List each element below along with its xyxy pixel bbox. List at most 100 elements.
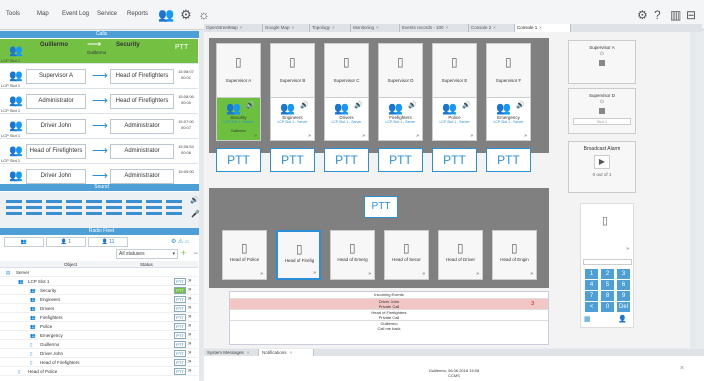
group-card[interactable]: 👥 🔊 Drivers LCP Slot 1 - Server» — [324, 97, 369, 141]
close-icon[interactable]: × — [240, 25, 243, 30]
ptt-main-button[interactable]: PTT — [364, 196, 398, 218]
chevron-icon[interactable]: » — [188, 277, 191, 286]
close-icon[interactable]: × — [292, 25, 295, 30]
users-filter-button[interactable]: 👤 1 — [46, 237, 86, 247]
tab-4[interactable]: Events records - 100 × — [400, 24, 469, 32]
status-filter-select[interactable]: All statuses ▾ — [116, 249, 178, 259]
close-icon[interactable]: × — [290, 350, 293, 355]
chevron-icon[interactable]: » — [254, 133, 257, 139]
devices-filter-button[interactable]: 👤 11 — [88, 237, 128, 247]
chevron-icon[interactable]: » — [470, 133, 473, 139]
key-11[interactable]: Del — [617, 302, 630, 312]
tab-2[interactable]: Topology × — [310, 24, 351, 32]
group-card[interactable]: 👥 🔊 Security LCP Slot 1 - Server Guillermo» — [216, 97, 261, 141]
key-1[interactable]: 2 — [601, 269, 614, 279]
layout-icon[interactable]: ▥ — [670, 8, 681, 22]
call-row[interactable]: 👥 Head of Firefighters ⟶ Administrator 15:06… — [0, 139, 198, 164]
close-icon[interactable]: × — [247, 350, 250, 355]
key-7[interactable]: 8 — [601, 291, 614, 301]
group-card[interactable]: 👥 🔊 Emergency LCP Slot 1 - Server» — [486, 97, 531, 141]
help-icon[interactable]: ? — [654, 8, 661, 22]
user-card[interactable]: ▯ Head of Emerg » — [330, 230, 375, 280]
tree-row[interactable]: 👥 Drivers PTT» — [0, 304, 198, 313]
key-6[interactable]: 7 — [585, 291, 598, 301]
ptt-button[interactable]: PTT — [174, 341, 186, 348]
users-icon[interactable]: 👥 — [158, 7, 174, 23]
key-9[interactable]: < — [585, 302, 598, 312]
user-card[interactable]: ▯ Head of Firefig » — [276, 230, 321, 280]
tree-row[interactable]: ▤ Server — [0, 268, 198, 277]
call-row[interactable]: 👥 Supervisor A ⟶ Head of Firefighters 15:08:… — [0, 64, 198, 89]
group-card[interactable]: 👥 🔊 Police LCP Slot 1 - Server» — [432, 97, 477, 141]
chevron-icon[interactable]: » — [188, 349, 191, 358]
ptt-button[interactable]: PTT — [270, 148, 315, 172]
chevron-icon[interactable]: » — [188, 286, 191, 295]
network-icon[interactable]: ⚙ — [178, 7, 194, 23]
keypad-icon[interactable]: ▦ — [584, 315, 591, 323]
chevron-icon[interactable]: » — [313, 270, 316, 276]
speaker-icon[interactable]: 🔊 — [462, 101, 471, 109]
groups-filter-button[interactable]: 👥 — [4, 237, 44, 247]
key-8[interactable]: 9 — [617, 291, 630, 301]
tab-5[interactable]: Console 2 × — [469, 24, 515, 32]
ptt-button[interactable]: PTT — [324, 148, 369, 172]
ptt-button[interactable]: PTT — [174, 278, 186, 285]
chevron-icon[interactable]: » — [188, 331, 191, 340]
ptt-button[interactable]: PTT — [174, 359, 186, 366]
tree-row[interactable]: 👥 Emergency PTT» — [0, 331, 198, 340]
close-icon[interactable]: × — [493, 25, 496, 30]
user-card[interactable]: ▯ Head of Secur » — [384, 230, 429, 280]
ptt-button[interactable]: PTT — [216, 148, 261, 172]
event-row[interactable]: Driver John Private Call 3 — [230, 298, 548, 309]
group-card[interactable]: 👥 🔊 Engineers LCP Slot 1 - Server» — [270, 97, 315, 141]
chevron-icon[interactable]: » — [188, 313, 191, 322]
chevron-icon[interactable]: » — [626, 246, 629, 252]
play-button[interactable]: ▶ — [594, 155, 610, 169]
ptt-button[interactable]: PTT — [174, 332, 186, 339]
user-card[interactable]: ▯ Head of Engin » — [492, 230, 537, 280]
tab-1[interactable]: Google Map × — [263, 24, 310, 32]
close-icon[interactable]: × — [376, 25, 379, 30]
speaker-icon[interactable]: 🔊 — [354, 101, 363, 109]
close-icon[interactable]: × — [680, 365, 684, 372]
tree-row[interactable]: ▯ Head of Police PTT» — [0, 367, 198, 376]
settings-icon[interactable]: ⚙ — [637, 8, 648, 22]
tree-row[interactable]: ▯ Guillermo PTT» — [0, 340, 198, 349]
tree-row[interactable]: ▯ Driver John PTT» — [0, 349, 198, 358]
bottom-tab-0[interactable]: System Messages × — [204, 349, 259, 356]
chevron-icon[interactable]: » — [308, 133, 311, 139]
filter-icons[interactable]: ⚙ ⚠ ⌂ — [171, 238, 189, 245]
tree-row[interactable]: ▯ Head of Firefighters PTT» — [0, 358, 198, 367]
tab-0[interactable]: OpenStreetMap × — [204, 24, 263, 32]
ptt-button[interactable]: PTT — [174, 287, 186, 294]
tree-row[interactable]: 👥 Security PTT» — [0, 286, 198, 295]
tree-row[interactable]: 👥 Police PTT» — [0, 322, 198, 331]
event-row[interactable]: Head of Firefighters Private Call — [230, 309, 548, 320]
ptt-button[interactable]: PTT — [174, 323, 186, 330]
user-icon[interactable]: 👤 — [618, 315, 627, 323]
chevron-icon[interactable]: » — [362, 133, 365, 139]
supervisor-d-card[interactable]: Supervisor D ☼ Slot 1 — [568, 88, 636, 134]
chevron-icon[interactable]: » — [260, 271, 263, 277]
key-2[interactable]: 3 — [617, 269, 630, 279]
ptt-label[interactable]: PTT — [175, 44, 188, 51]
ptt-button[interactable]: PTT — [486, 148, 531, 172]
chevron-icon[interactable]: » — [188, 358, 191, 367]
bottom-tab-1[interactable]: Notifications × — [259, 349, 314, 356]
key-10[interactable]: 0 — [601, 302, 614, 312]
user-card[interactable]: ▯ Head of Driver » — [438, 230, 483, 280]
chevron-icon[interactable]: » — [188, 340, 191, 349]
ptt-button[interactable]: PTT — [174, 368, 186, 375]
tree-row[interactable]: 👥 Engineers PTT» — [0, 295, 198, 304]
close-icon[interactable]: × — [446, 25, 449, 30]
tree-row[interactable]: 👥 Firefighters PTT» — [0, 313, 198, 322]
key-4[interactable]: 5 — [601, 280, 614, 290]
ptt-button[interactable]: PTT — [174, 314, 186, 321]
satellite-icon[interactable]: ☼ — [196, 7, 212, 23]
dial-input[interactable] — [583, 259, 632, 265]
scrollbar[interactable] — [199, 31, 203, 381]
menu-service[interactable]: Service — [97, 11, 117, 17]
remove-icon[interactable]: − — [193, 248, 198, 258]
group-card[interactable]: 👥 🔊 Firefighters LCP Slot 1 - Server» — [378, 97, 423, 141]
key-5[interactable]: 6 — [617, 280, 630, 290]
